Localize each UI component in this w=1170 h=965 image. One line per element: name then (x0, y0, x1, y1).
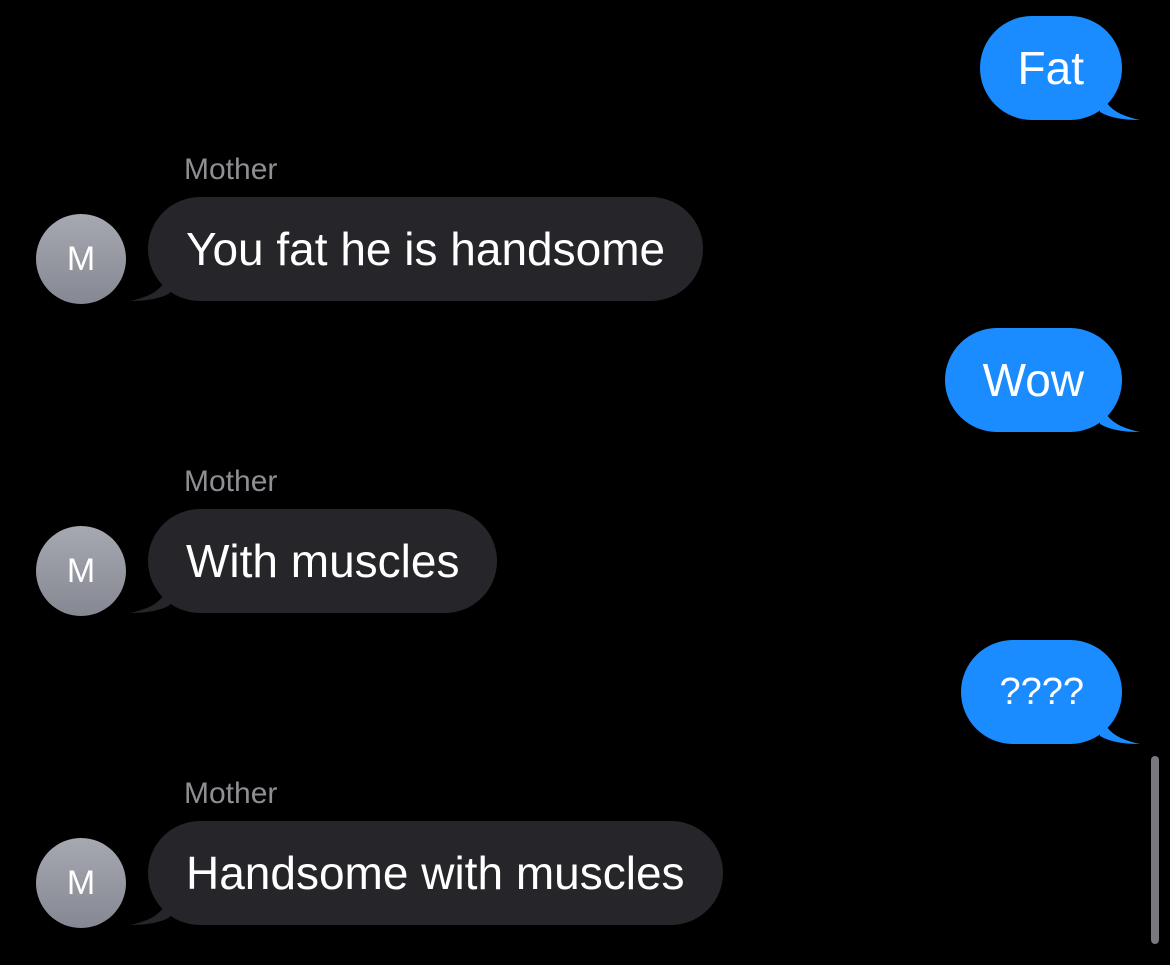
bubble-tail-icon (130, 267, 170, 301)
avatar[interactable]: M (36, 526, 126, 616)
bubble-tail-icon (1100, 710, 1140, 744)
bubble-tail-icon (1100, 398, 1140, 432)
outgoing-message-bubble[interactable]: Wow (944, 328, 1140, 432)
bubble-tail-icon (1100, 86, 1140, 120)
bubble-tail-icon (130, 891, 170, 925)
message-text: Fat (1017, 42, 1084, 94)
avatar-initial: M (66, 240, 96, 278)
avatar[interactable]: M (36, 838, 126, 928)
message-text: Wow (982, 354, 1084, 406)
sender-name: Mother (184, 153, 278, 186)
incoming-message-bubble[interactable]: Handsome with muscles (130, 821, 723, 925)
message-text: ???? (999, 671, 1084, 713)
avatar-initial: M (66, 864, 96, 902)
incoming-message-bubble[interactable]: With muscles (130, 509, 498, 613)
incoming-message-bubble[interactable]: You fat he is handsome (130, 197, 704, 301)
outgoing-message-bubble[interactable]: Fat (979, 16, 1140, 120)
sender-name: Mother (184, 465, 278, 498)
message-thread[interactable]: Fat Mother M You fat he is handsome Wow … (0, 0, 1170, 965)
message-text: Handsome with muscles (186, 847, 685, 899)
avatar[interactable]: M (36, 214, 126, 304)
bubble-tail-icon (130, 579, 170, 613)
outgoing-message-bubble[interactable]: ???? (961, 640, 1140, 744)
message-text: You fat he is handsome (186, 223, 666, 275)
scrollbar[interactable] (1151, 756, 1159, 944)
avatar-initial: M (66, 552, 96, 590)
sender-name: Mother (184, 777, 278, 810)
message-text: With muscles (186, 535, 460, 587)
